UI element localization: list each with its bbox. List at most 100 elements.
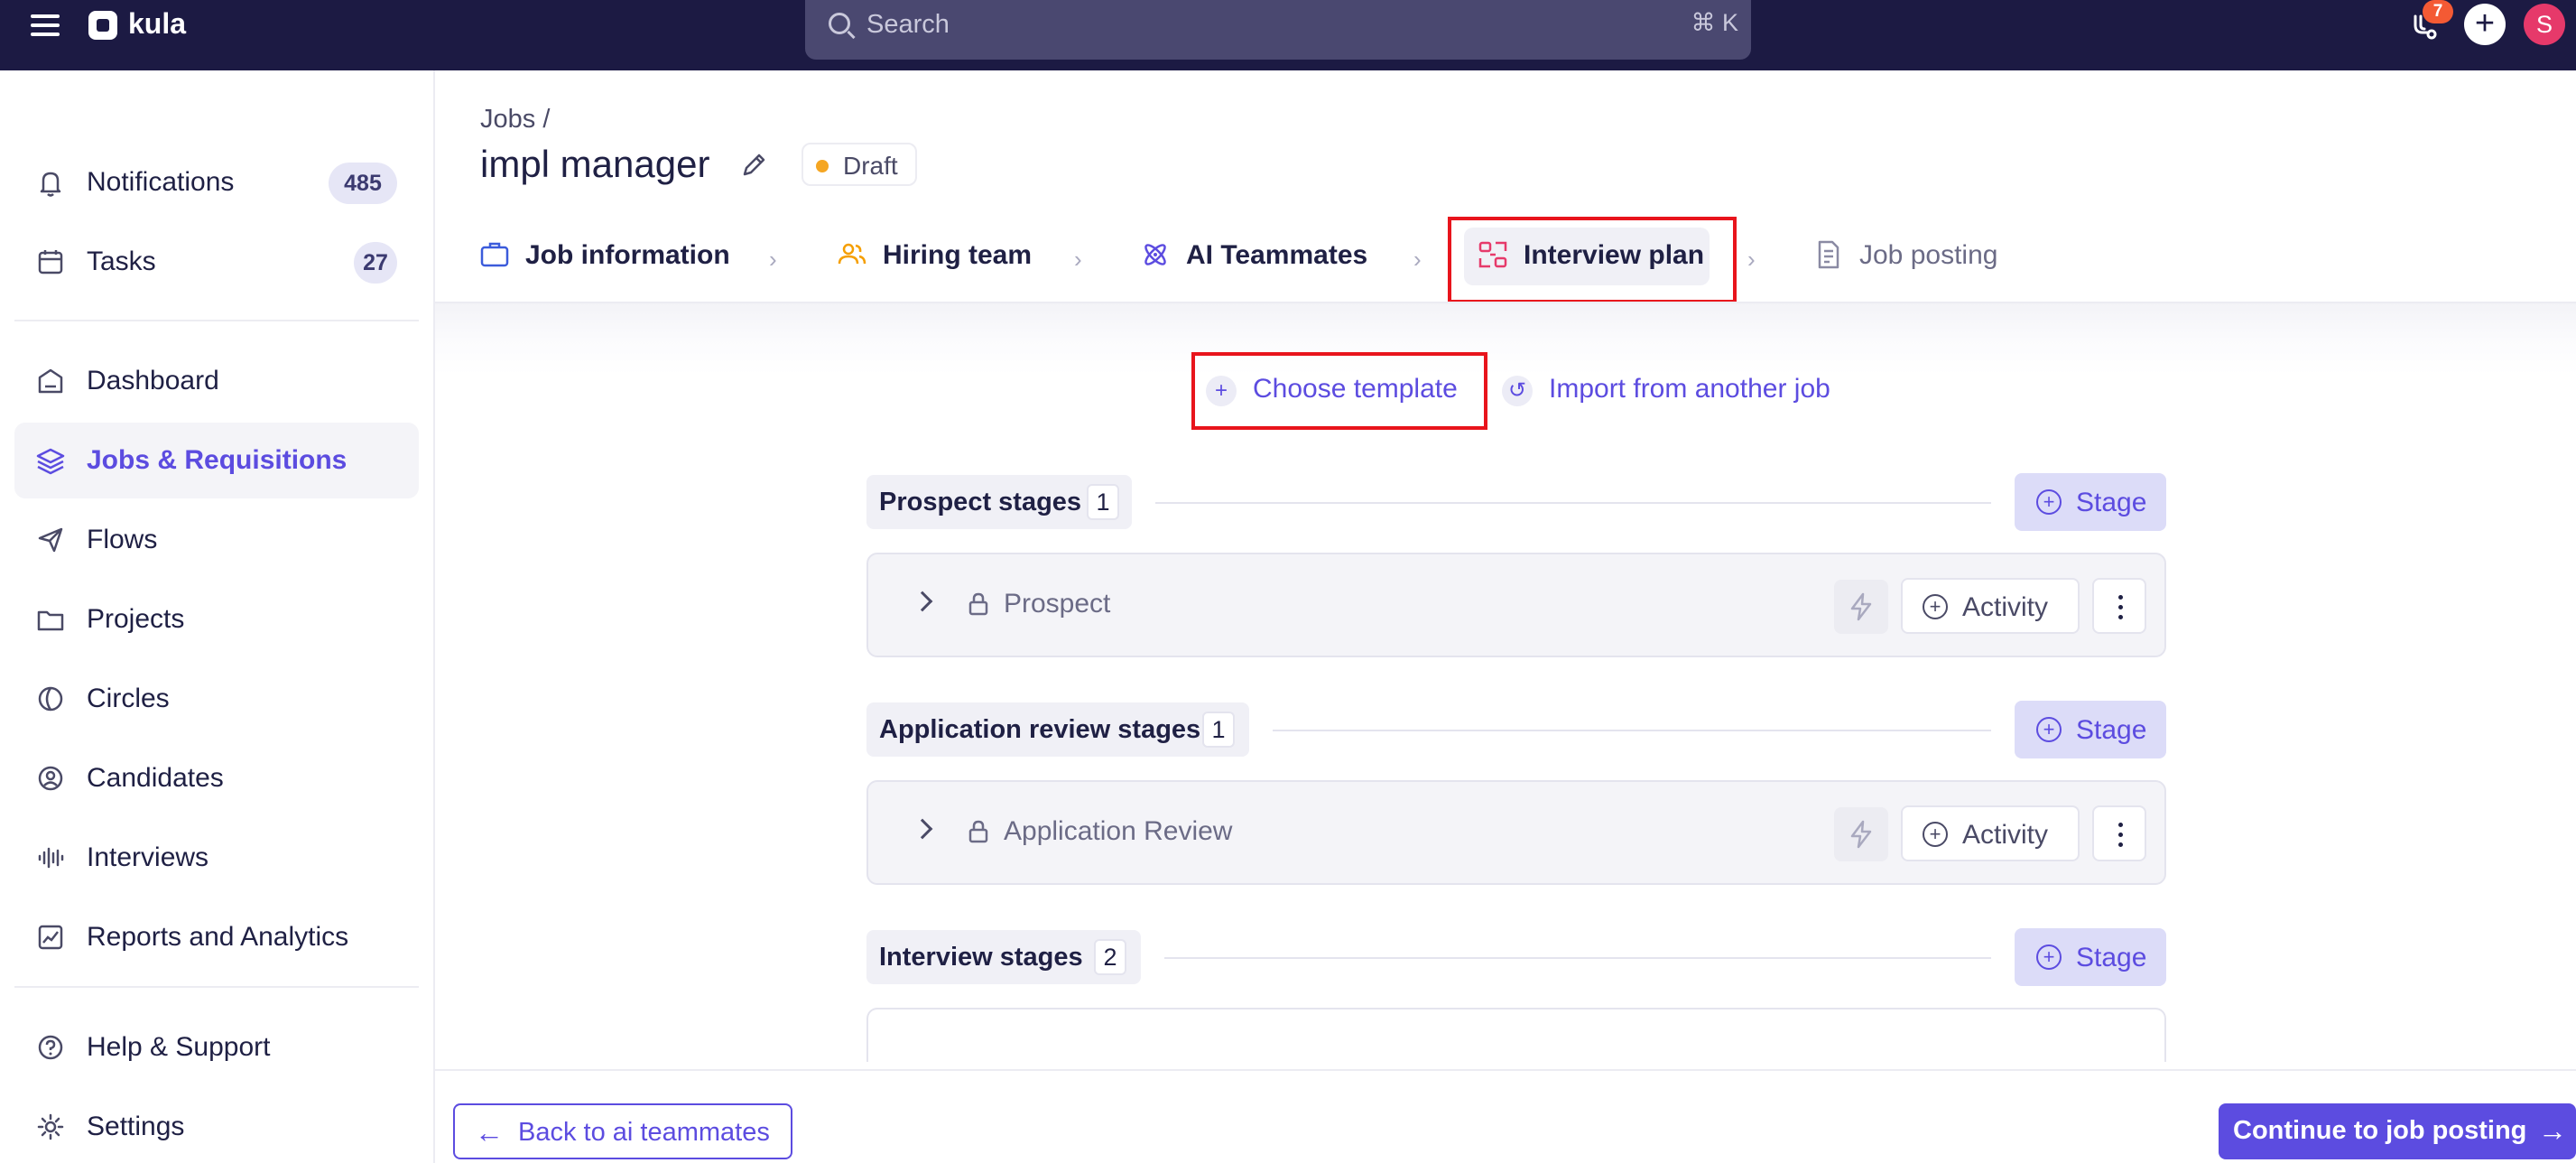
step-hiring-team[interactable]: Hiring team bbox=[836, 224, 1043, 289]
content-area bbox=[435, 303, 2576, 1069]
add-stage-button[interactable]: + Stage bbox=[2015, 473, 2166, 531]
sidebar-item-notifications[interactable]: Notifications 485 bbox=[14, 144, 419, 220]
sidebar-item-label: Interviews bbox=[87, 842, 209, 872]
search-bar[interactable]: ⌘ K bbox=[805, 0, 1751, 60]
help-icon bbox=[34, 1031, 67, 1064]
add-stage-label: Stage bbox=[2076, 488, 2147, 517]
sidebar-item-reports-analytics[interactable]: Reports and Analytics bbox=[14, 899, 419, 975]
back-button[interactable]: ← Back to ai teammates bbox=[453, 1103, 792, 1159]
sidebar-item-label: Tasks bbox=[87, 247, 156, 276]
user-avatar[interactable]: S bbox=[2524, 4, 2565, 45]
search-input[interactable] bbox=[866, 7, 1589, 42]
arrow-right-icon: → bbox=[2538, 1114, 2567, 1147]
section-header-application-review: Application review stages 1 bbox=[866, 702, 1249, 757]
user-circle-icon bbox=[34, 762, 67, 795]
sidebar-item-interviews[interactable]: Interviews bbox=[14, 820, 419, 896]
chevron-right-icon[interactable] bbox=[912, 591, 933, 612]
section-header-prospect: Prospect stages 1 bbox=[866, 475, 1132, 529]
stage-card-partial[interactable] bbox=[866, 1008, 2166, 1062]
section-header-interview: Interview stages 2 bbox=[866, 930, 1141, 984]
automation-button[interactable] bbox=[1834, 807, 1888, 861]
sidebar-item-candidates[interactable]: Candidates bbox=[14, 740, 419, 816]
add-icon[interactable]: + bbox=[2464, 4, 2506, 45]
add-activity-button[interactable]: + Activity bbox=[1901, 578, 2080, 634]
status-dot bbox=[816, 160, 829, 172]
section-divider bbox=[1155, 502, 1991, 504]
more-options-icon[interactable] bbox=[2092, 805, 2146, 861]
step-label: Job posting bbox=[1859, 240, 1998, 270]
notification-badge: 7 bbox=[2423, 0, 2453, 23]
pencil-icon[interactable] bbox=[738, 148, 771, 181]
section-count: 1 bbox=[1202, 712, 1235, 748]
kula-logo-icon bbox=[88, 11, 117, 40]
users-icon bbox=[836, 238, 868, 271]
waveform-icon bbox=[34, 842, 67, 874]
circles-icon bbox=[34, 683, 67, 715]
plus-circle-icon: + bbox=[1923, 822, 1948, 847]
activity-label: Activity bbox=[1962, 820, 2049, 850]
sidebar-divider bbox=[14, 320, 419, 321]
page-title: impl manager bbox=[480, 143, 710, 185]
automation-button[interactable] bbox=[1834, 580, 1888, 634]
section-divider bbox=[1273, 730, 1991, 731]
notifications-count: 485 bbox=[329, 163, 397, 204]
section-divider bbox=[1164, 957, 1991, 959]
stage-name: Application Review bbox=[1004, 816, 1233, 846]
add-activity-button[interactable]: + Activity bbox=[1901, 805, 2080, 861]
sidebar-item-label: Circles bbox=[87, 684, 170, 713]
import-from-job-button[interactable]: ↺ Import from another job bbox=[1502, 365, 1845, 415]
section-title: Interview stages bbox=[879, 943, 1083, 972]
import-job-label: Import from another job bbox=[1549, 374, 1830, 404]
breadcrumb[interactable]: Jobs / bbox=[480, 105, 550, 135]
activity-label: Activity bbox=[1962, 592, 2049, 622]
briefcase-icon bbox=[478, 238, 511, 271]
sidebar-item-dashboard[interactable]: Dashboard bbox=[14, 343, 419, 419]
sidebar-item-circles[interactable]: Circles bbox=[14, 661, 419, 737]
home-icon bbox=[34, 365, 67, 397]
lock-icon bbox=[968, 820, 988, 843]
continue-button[interactable]: Continue to job posting → bbox=[2219, 1103, 2576, 1159]
sidebar-item-projects[interactable]: Projects bbox=[14, 582, 419, 657]
step-label: Hiring team bbox=[883, 240, 1033, 270]
document-icon bbox=[1812, 238, 1845, 271]
sidebar-divider bbox=[14, 986, 419, 988]
sidebar-item-flows[interactable]: Flows bbox=[14, 502, 419, 578]
step-job-information[interactable]: Job information bbox=[478, 224, 731, 289]
section-title: Prospect stages bbox=[879, 488, 1082, 516]
status-text: Draft bbox=[843, 152, 898, 180]
stage-card-application-review[interactable]: Application Review + Activity bbox=[866, 780, 2166, 885]
back-label: Back to ai teammates bbox=[518, 1118, 770, 1147]
continue-label: Continue to job posting bbox=[2233, 1116, 2527, 1145]
highlight-interview-plan bbox=[1448, 217, 1737, 303]
step-ai-teammates[interactable]: AI Teammates bbox=[1139, 224, 1367, 289]
section-title: Application review stages bbox=[879, 715, 1201, 744]
bolt-icon bbox=[1850, 592, 1872, 621]
step-job-posting[interactable]: Job posting bbox=[1812, 224, 2011, 289]
highlight-choose-template bbox=[1191, 352, 1487, 430]
section-count: 2 bbox=[1094, 939, 1126, 975]
add-stage-button[interactable]: + Stage bbox=[2015, 928, 2166, 986]
sidebar-item-jobs-requisitions[interactable]: Jobs & Requisitions bbox=[14, 423, 419, 498]
atom-icon bbox=[1139, 238, 1172, 271]
sidebar-item-label: Jobs & Requisitions bbox=[87, 445, 347, 475]
sidebar-item-label: Reports and Analytics bbox=[87, 922, 349, 952]
sidebar-item-label: Projects bbox=[87, 604, 185, 634]
chevron-right-icon[interactable] bbox=[912, 818, 933, 840]
sidebar-item-tasks[interactable]: Tasks 27 bbox=[14, 224, 419, 300]
layers-icon bbox=[34, 444, 67, 477]
sidebar-item-label: Candidates bbox=[87, 763, 224, 793]
arrow-left-icon: ← bbox=[475, 1116, 504, 1149]
top-bar: kula ⌘ K 7 + S bbox=[0, 0, 2576, 70]
sidebar-item-help-support[interactable]: Help & Support bbox=[14, 1009, 419, 1085]
add-stage-button[interactable]: + Stage bbox=[2015, 701, 2166, 758]
stage-card-prospect[interactable]: Prospect + Activity bbox=[866, 553, 2166, 657]
sidebar-item-label: Notifications bbox=[87, 167, 235, 197]
plus-circle-icon: + bbox=[2036, 489, 2062, 515]
plus-circle-icon: + bbox=[2036, 717, 2062, 742]
sidebar-item-settings[interactable]: Settings bbox=[14, 1089, 419, 1163]
more-options-icon[interactable] bbox=[2092, 578, 2146, 634]
chevron-right-icon: › bbox=[1413, 246, 1422, 273]
folder-icon bbox=[34, 603, 67, 636]
menu-icon[interactable] bbox=[31, 14, 60, 36]
plus-circle-icon: + bbox=[2036, 944, 2062, 970]
